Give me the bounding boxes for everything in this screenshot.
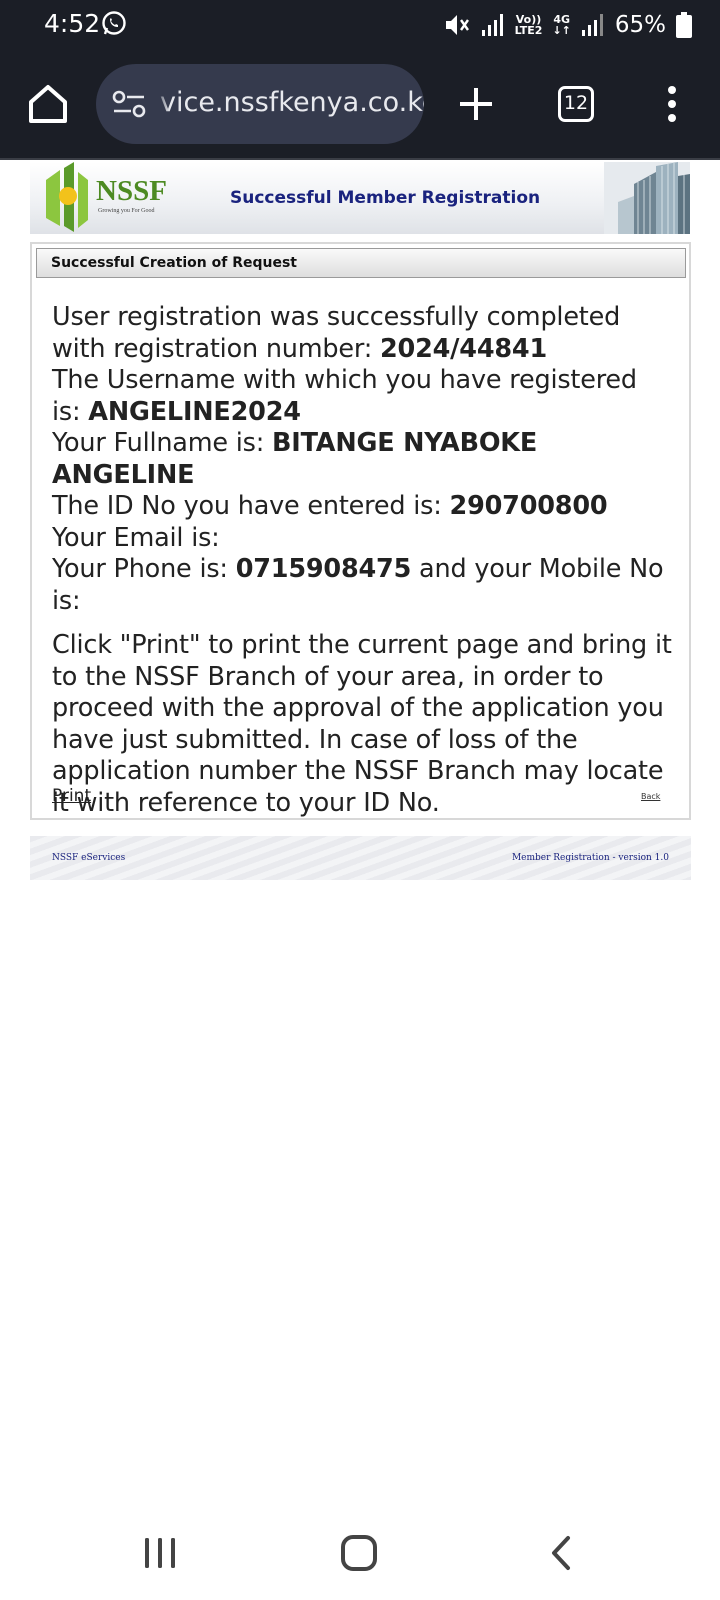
signal-icon: [581, 14, 603, 36]
page-title: Successful Member Registration: [230, 188, 541, 208]
battery-icon: [676, 12, 692, 38]
back-link[interactable]: Back: [641, 792, 660, 801]
footer-left-text: NSSF eServices: [52, 853, 126, 863]
username-line: The Username with which you have registe…: [52, 365, 637, 427]
plus-icon[interactable]: [456, 84, 496, 124]
registration-panel: Successful Creation of Request User regi…: [30, 242, 691, 820]
panel-heading-text: Successful Creation of Request: [51, 255, 297, 271]
url-bar[interactable]: vice.nssfkenya.co.ke: [96, 64, 424, 144]
id-value: 290700800: [449, 491, 608, 521]
status-bar: 4:52 Vo)) LTE2 4G ↓↑ 65%: [0, 0, 720, 50]
recents-icon[interactable]: [143, 1536, 177, 1570]
footer-right-text: Member Registration - version 1.0: [511, 853, 669, 863]
back-icon[interactable]: [548, 1534, 574, 1572]
status-icons: Vo)) LTE2 4G ↓↑ 65%: [443, 8, 692, 42]
url-fade: [154, 64, 170, 144]
network-label: Vo)) LTE2: [514, 13, 543, 37]
phone-value: 0715908475: [235, 554, 412, 584]
site-info-icon[interactable]: [112, 90, 146, 118]
panel-heading: Successful Creation of Request: [36, 248, 686, 278]
network-type: 4G ↓↑: [552, 13, 571, 37]
more-vert-icon[interactable]: [664, 84, 680, 124]
home-icon[interactable]: [340, 1534, 378, 1572]
buildings-image: [604, 162, 690, 234]
nssf-logo[interactable]: NSSF Growing you For Good: [38, 162, 188, 234]
home-icon[interactable]: [26, 82, 70, 126]
logo-mark-icon: NSSF Growing you For Good: [46, 162, 167, 232]
registration-number: 2024/44841: [380, 333, 548, 364]
status-time: 4:52: [44, 9, 101, 38]
site-header: NSSF Growing you For Good Successful Mem…: [30, 162, 690, 234]
whatsapp-icon: [102, 11, 126, 35]
navigation-bar: [0, 1500, 720, 1600]
url-text[interactable]: vice.nssfkenya.co.ke: [160, 87, 424, 118]
fullname-line: Your Fullname is: BITANGE NYABOKE ANGELI…: [52, 428, 538, 490]
logo-tagline: Growing you For Good: [98, 208, 155, 214]
phone-line: Your Phone is: 0715908475 and your Mobil…: [52, 554, 664, 616]
email-line: Your Email is:: [52, 522, 220, 553]
registration-number-line: User registration was successfully compl…: [52, 302, 621, 364]
battery-percent: 65%: [614, 12, 666, 38]
mute-icon: [445, 15, 469, 35]
logo-text: NSSF: [96, 175, 167, 207]
username-value: ANGELINE2024: [88, 396, 301, 427]
data-arrows-icon: ↓↑: [552, 24, 571, 37]
print-link[interactable]: Print: [52, 786, 91, 806]
signal-icon: [481, 14, 503, 36]
tab-switcher-button[interactable]: 12: [558, 86, 594, 122]
site-footer: NSSF eServices Member Registration - ver…: [30, 836, 691, 880]
registration-message: User registration was successfully compl…: [52, 302, 672, 819]
id-line: The ID No you have entered is: 290700800: [52, 491, 608, 521]
instructions-text: Click "Print" to print the current page …: [52, 630, 672, 818]
